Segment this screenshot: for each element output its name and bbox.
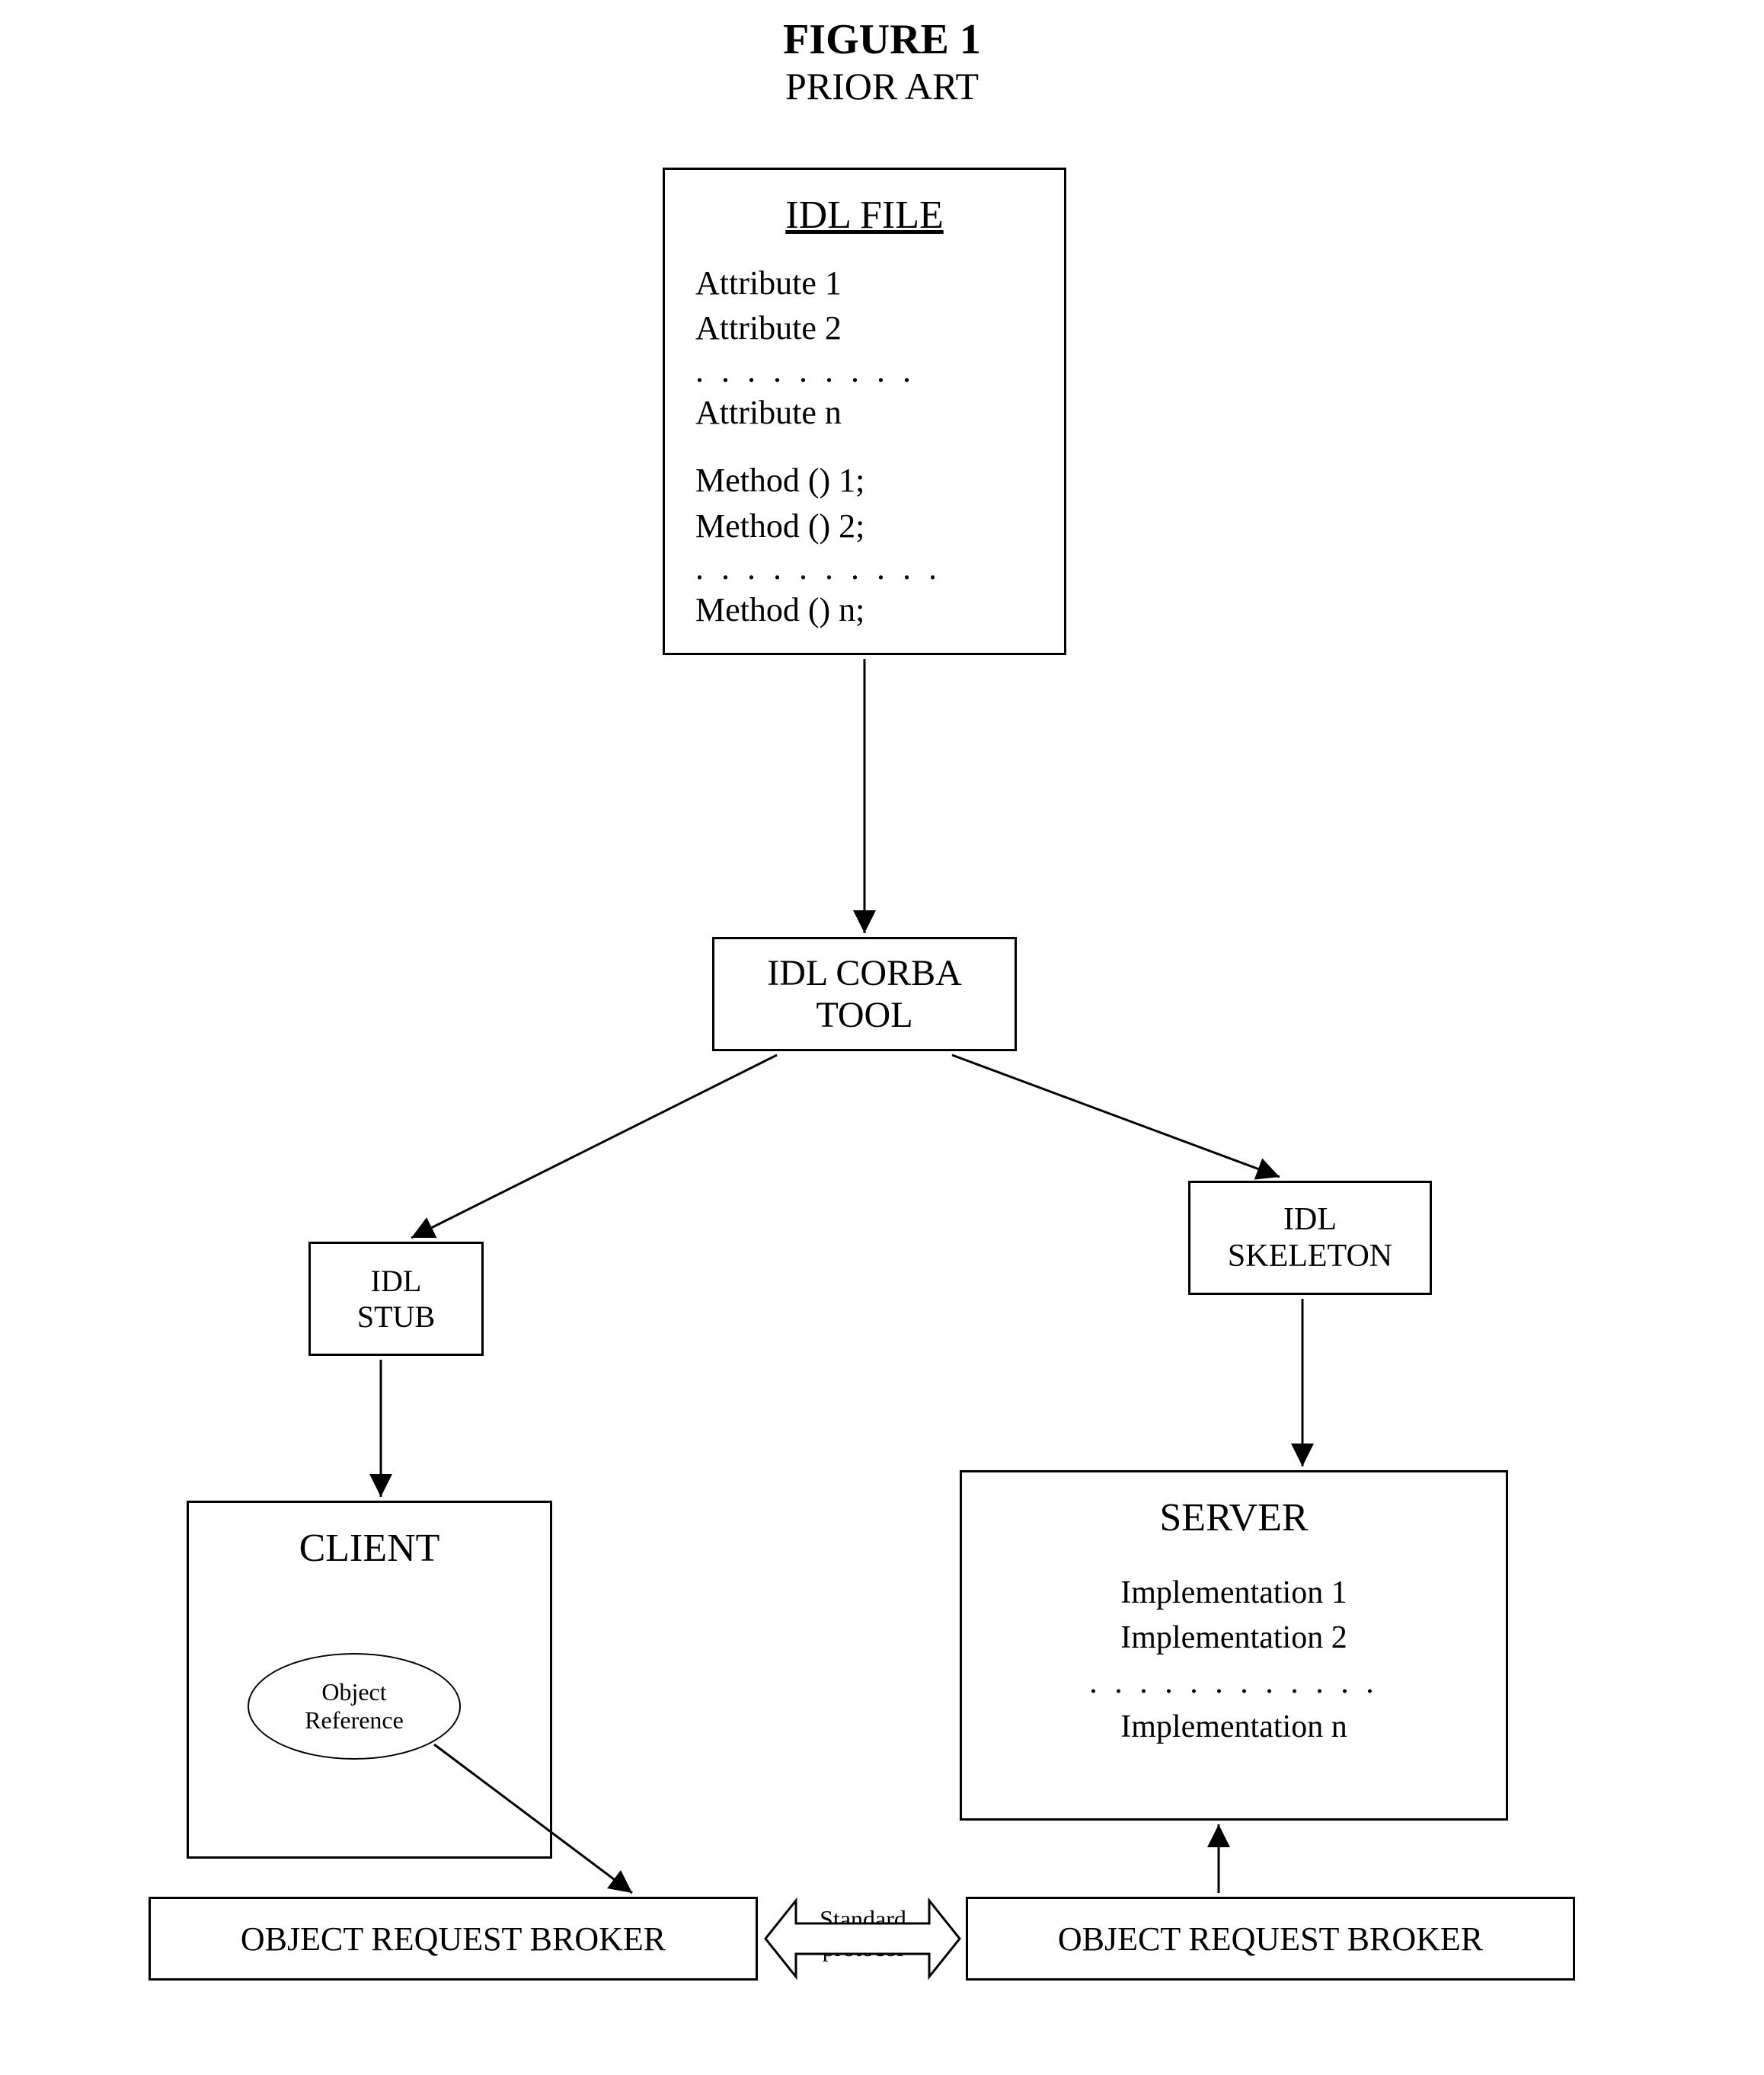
- object-reference-ellipse: Object Reference: [248, 1653, 461, 1760]
- idl-corba-tool-box: IDL CORBA TOOL: [712, 937, 1017, 1051]
- orb-right-box: OBJECT REQUEST BROKER: [966, 1897, 1575, 1981]
- server-title: SERVER: [977, 1495, 1491, 1540]
- objref-line2: Reference: [305, 1706, 404, 1734]
- impl-1: Implementation 1: [977, 1571, 1491, 1616]
- idl-skeleton-box: IDL SKELETON: [1188, 1181, 1432, 1295]
- impl-dots: . . . . . . . . . . . .: [977, 1661, 1491, 1706]
- skel-line1: IDL: [1283, 1201, 1337, 1238]
- figure-subtitle: PRIOR ART: [15, 64, 1749, 108]
- proto-line2: protocol: [802, 1933, 924, 1962]
- method-2: Method () 2;: [695, 504, 1034, 548]
- skel-line2: SKELETON: [1228, 1238, 1392, 1274]
- idl-stub-box: IDL STUB: [308, 1242, 484, 1356]
- arrow-corba-to-stub: [411, 1055, 777, 1238]
- idl-file-title: IDL FILE: [695, 193, 1034, 238]
- attribute-n: Attribute n: [695, 390, 1034, 435]
- objref-line1: Object: [321, 1678, 386, 1706]
- server-box: SERVER Implementation 1 Implementation 2…: [960, 1470, 1508, 1821]
- method-dots: . . . . . . . . . .: [695, 548, 1034, 587]
- stub-line2: STUB: [357, 1299, 435, 1335]
- arrow-corba-to-skeleton: [952, 1055, 1280, 1177]
- standard-protocol-label: Standard protocol: [802, 1904, 924, 1963]
- idl-file-box: IDL FILE Attribute 1 Attribute 2 . . . .…: [663, 168, 1066, 655]
- corba-line2: TOOL: [816, 994, 912, 1036]
- figure-number: FIGURE 1: [15, 15, 1749, 64]
- orb-left-box: OBJECT REQUEST BROKER: [149, 1897, 758, 1981]
- attribute-1: Attribute 1: [695, 261, 1034, 305]
- client-title: CLIENT: [204, 1526, 535, 1571]
- impl-n: Implementation n: [977, 1705, 1491, 1750]
- corba-line1: IDL CORBA: [767, 952, 962, 994]
- method-1: Method () 1;: [695, 458, 1034, 503]
- proto-line1: Standard: [802, 1904, 924, 1933]
- stub-line1: IDL: [371, 1263, 422, 1299]
- method-n: Method () n;: [695, 587, 1034, 632]
- attribute-dots: . . . . . . . . .: [695, 351, 1034, 390]
- impl-2: Implementation 2: [977, 1616, 1491, 1661]
- attribute-2: Attribute 2: [695, 305, 1034, 350]
